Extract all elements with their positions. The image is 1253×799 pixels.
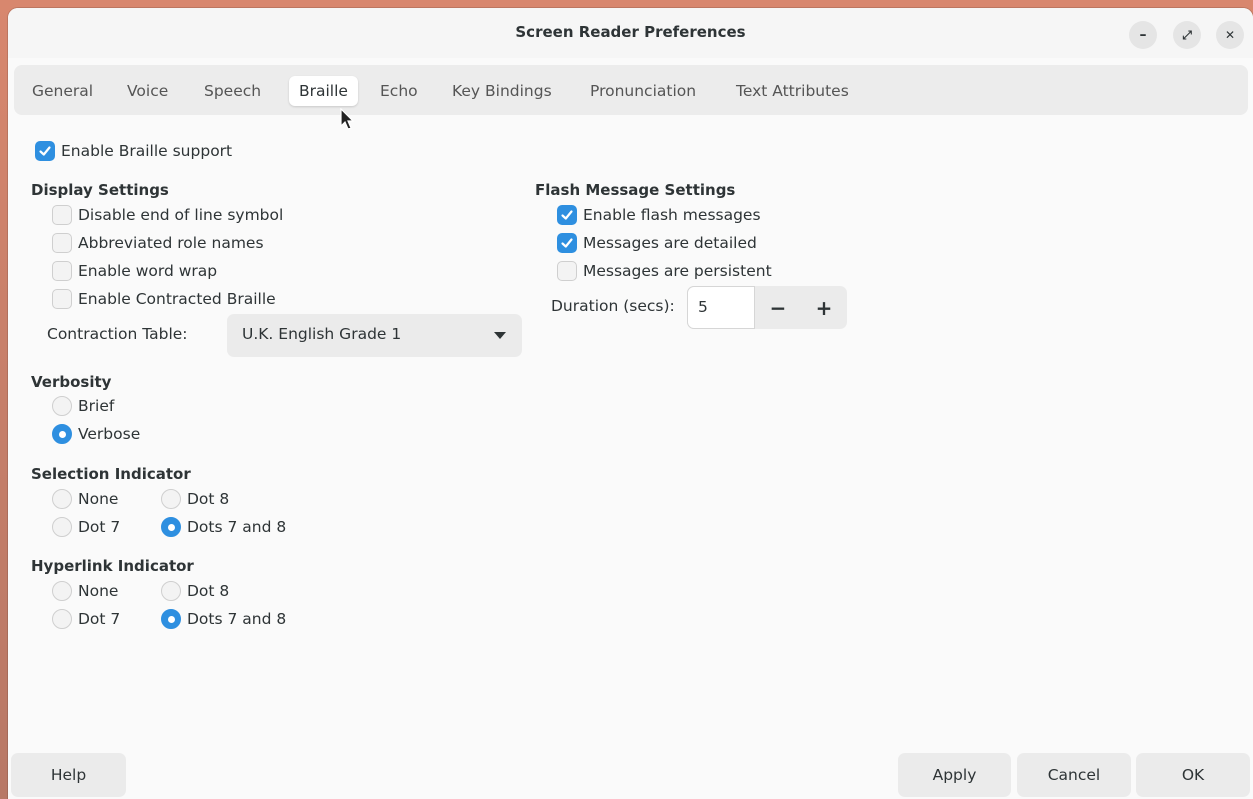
tab-speech[interactable]: Speech xyxy=(194,76,271,106)
hyperlink-dots78-radio[interactable]: Dots 7 and 8 xyxy=(161,608,286,630)
tab-key-bindings[interactable]: Key Bindings xyxy=(442,76,562,106)
radio-circle xyxy=(161,517,181,537)
tab-pronunciation[interactable]: Pronunciation xyxy=(580,76,706,106)
radio-label: None xyxy=(78,490,119,508)
duration-increment-button[interactable]: + xyxy=(801,286,847,329)
plus-icon: + xyxy=(815,295,833,320)
selection-dots78-radio[interactable]: Dots 7 and 8 xyxy=(161,516,286,538)
checkbox-box xyxy=(52,289,72,309)
radio-label: None xyxy=(78,582,119,600)
dropdown-arrow-icon xyxy=(494,332,506,339)
duration-value: 5 xyxy=(698,298,708,316)
checkbox-label: Abbreviated role names xyxy=(78,234,264,252)
maximize-icon: ⤢ xyxy=(1182,27,1192,42)
selection-dot8-radio[interactable]: Dot 8 xyxy=(161,488,229,510)
verbosity-brief-radio[interactable]: Brief xyxy=(52,395,114,417)
tab-echo[interactable]: Echo xyxy=(370,76,428,106)
radio-label: Dot 7 xyxy=(78,518,121,536)
minimize-icon: – xyxy=(1139,27,1147,43)
tab-braille[interactable]: Braille xyxy=(289,76,358,106)
messages-persistent-checkbox[interactable]: Messages are persistent xyxy=(557,260,772,282)
selection-none-radio[interactable]: None xyxy=(52,488,118,510)
tab-voice[interactable]: Voice xyxy=(117,76,178,106)
checkbox-box xyxy=(35,141,55,161)
checkbox-box xyxy=(52,261,72,281)
disable-eol-checkbox[interactable]: Disable end of line symbol xyxy=(52,204,283,226)
checkbox-label: Disable end of line symbol xyxy=(78,206,284,224)
checkmark-icon xyxy=(561,238,573,248)
window-title: Screen Reader Preferences xyxy=(515,23,746,41)
radio-label: Brief xyxy=(78,397,115,415)
preferences-window: Screen Reader Preferences – ⤢ ✕ General … xyxy=(8,8,1253,799)
checkbox-box xyxy=(557,261,577,281)
radio-label: Dots 7 and 8 xyxy=(187,518,287,536)
checkbox-box xyxy=(557,233,577,253)
selection-indicator-heading: Selection Indicator xyxy=(31,465,191,483)
contraction-table-value: U.K. English Grade 1 xyxy=(242,325,402,343)
radio-circle xyxy=(161,489,181,509)
checkbox-label: Messages are detailed xyxy=(583,234,757,252)
enable-braille-label: Enable Braille support xyxy=(61,142,233,160)
minus-icon: − xyxy=(769,295,787,320)
selection-dot7-radio[interactable]: Dot 7 xyxy=(52,516,120,538)
mouse-pointer-icon xyxy=(340,108,355,130)
minimize-button[interactable]: – xyxy=(1129,21,1157,49)
radio-circle xyxy=(161,581,181,601)
display-settings-heading: Display Settings xyxy=(31,181,169,199)
radio-circle xyxy=(52,489,72,509)
enable-word-wrap-checkbox[interactable]: Enable word wrap xyxy=(52,260,217,282)
flash-settings-heading: Flash Message Settings xyxy=(535,181,736,199)
title-bar: Screen Reader Preferences – ⤢ ✕ xyxy=(8,8,1253,58)
close-button[interactable]: ✕ xyxy=(1216,21,1244,49)
checkbox-label: Enable word wrap xyxy=(78,262,218,280)
apply-button[interactable]: Apply xyxy=(898,753,1011,797)
radio-circle xyxy=(52,609,72,629)
radio-label: Verbose xyxy=(78,425,141,443)
checkbox-box xyxy=(52,205,72,225)
hyperlink-dot8-radio[interactable]: Dot 8 xyxy=(161,580,229,602)
checkmark-icon xyxy=(39,146,51,156)
tab-bar: General Voice Speech Braille Echo Key Bi… xyxy=(14,65,1248,115)
enable-contracted-braille-checkbox[interactable]: Enable Contracted Braille xyxy=(52,288,276,310)
radio-circle xyxy=(52,581,72,601)
radio-label: Dot 8 xyxy=(187,582,230,600)
tab-general[interactable]: General xyxy=(22,76,103,106)
contraction-table-dropdown[interactable]: U.K. English Grade 1 xyxy=(227,314,522,357)
verbosity-heading: Verbosity xyxy=(31,373,112,391)
duration-decrement-button[interactable]: − xyxy=(755,286,801,329)
enable-braille-checkbox[interactable]: Enable Braille support xyxy=(35,140,232,162)
duration-spinbutton: 5 − + xyxy=(687,286,847,329)
checkbox-label: Enable Contracted Braille xyxy=(78,290,276,308)
maximize-button[interactable]: ⤢ xyxy=(1173,21,1201,49)
contraction-table-label: Contraction Table: xyxy=(47,325,188,343)
hyperlink-dot7-radio[interactable]: Dot 7 xyxy=(52,608,120,630)
duration-label: Duration (secs): xyxy=(551,297,675,315)
checkbox-box xyxy=(557,205,577,225)
close-icon: ✕ xyxy=(1224,28,1236,42)
verbosity-verbose-radio[interactable]: Verbose xyxy=(52,423,140,445)
checkbox-label: Enable flash messages xyxy=(583,206,761,224)
radio-label: Dots 7 and 8 xyxy=(187,610,287,628)
hyperlink-indicator-heading: Hyperlink Indicator xyxy=(31,557,194,575)
cancel-button[interactable]: Cancel xyxy=(1017,753,1131,797)
braille-panel: Enable Braille support Display Settings … xyxy=(8,115,1253,797)
abbreviated-role-names-checkbox[interactable]: Abbreviated role names xyxy=(52,232,264,254)
radio-label: Dot 7 xyxy=(78,610,121,628)
checkbox-box xyxy=(52,233,72,253)
checkbox-label: Messages are persistent xyxy=(583,262,772,280)
messages-detailed-checkbox[interactable]: Messages are detailed xyxy=(557,232,757,254)
radio-circle xyxy=(52,517,72,537)
radio-circle xyxy=(52,396,72,416)
radio-label: Dot 8 xyxy=(187,490,230,508)
radio-circle xyxy=(161,609,181,629)
tab-text-attributes[interactable]: Text Attributes xyxy=(726,76,859,106)
help-button[interactable]: Help xyxy=(11,753,126,797)
checkmark-icon xyxy=(561,210,573,220)
ok-button[interactable]: OK xyxy=(1136,753,1250,797)
hyperlink-none-radio[interactable]: None xyxy=(52,580,118,602)
enable-flash-messages-checkbox[interactable]: Enable flash messages xyxy=(557,204,761,226)
duration-input[interactable]: 5 xyxy=(687,286,755,329)
radio-circle xyxy=(52,424,72,444)
